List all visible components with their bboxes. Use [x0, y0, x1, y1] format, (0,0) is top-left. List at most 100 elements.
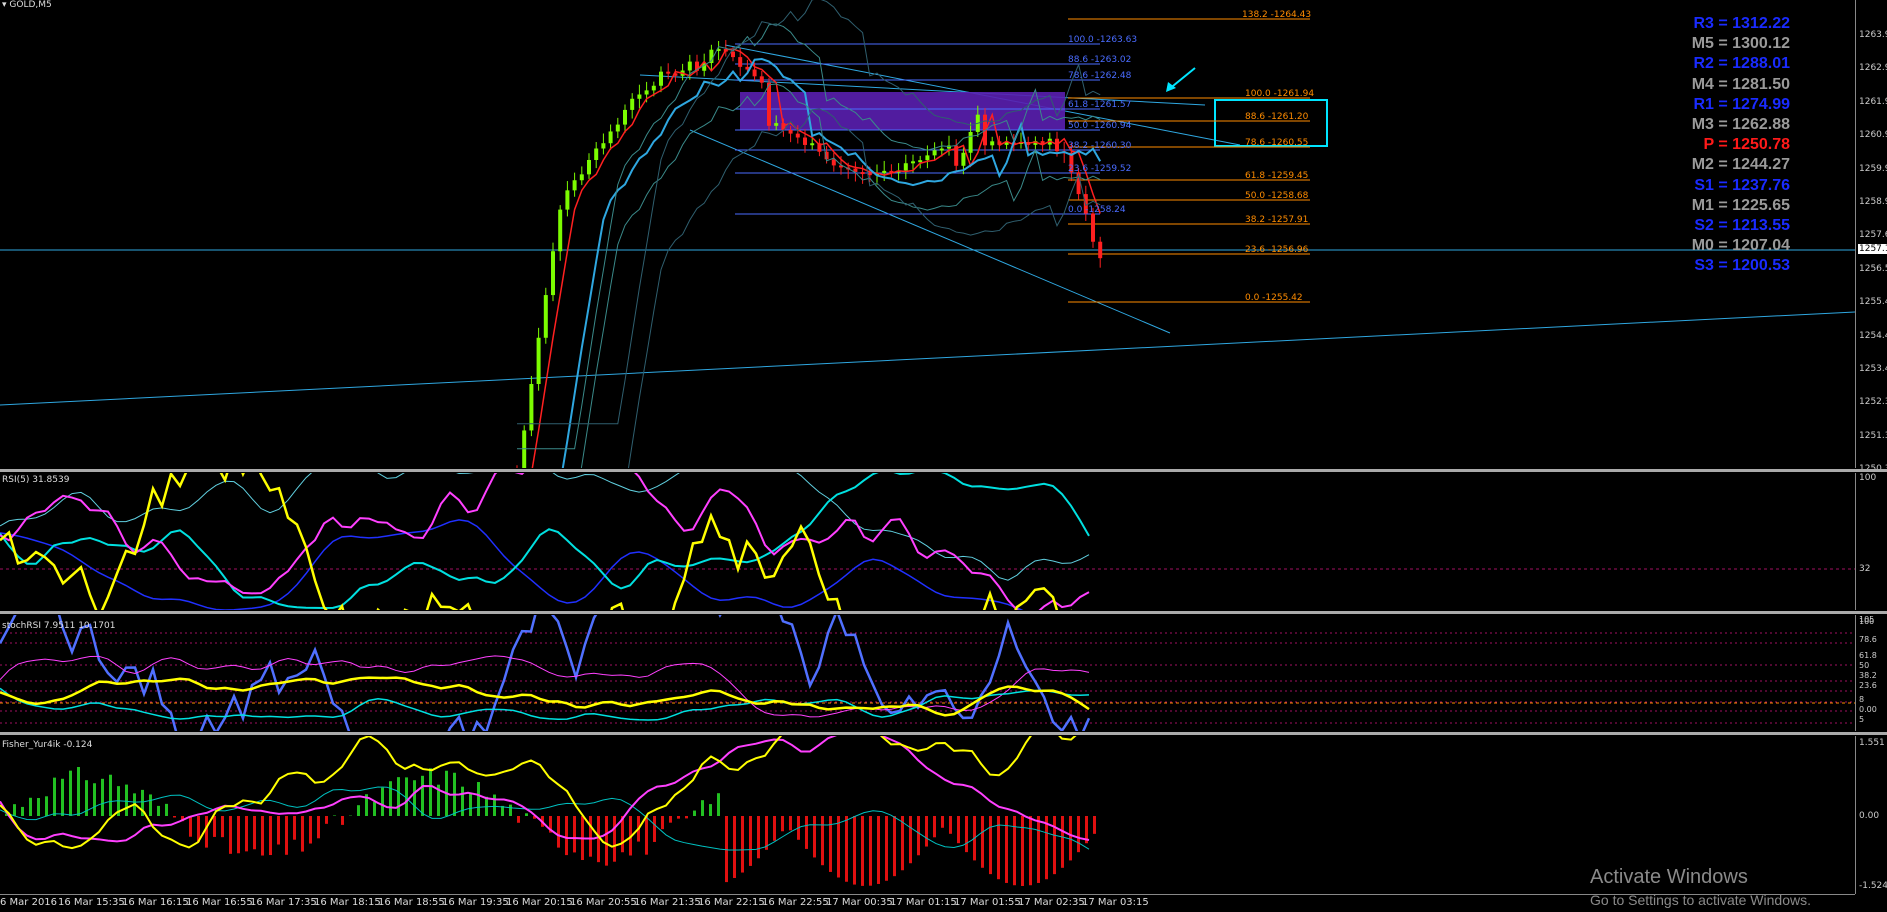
candle-body: [551, 251, 555, 295]
fisher-histogram-bar: [837, 816, 840, 878]
candle-body: [990, 141, 994, 145]
fisher-histogram-bar: [381, 788, 384, 816]
fisher-indicator-canvas[interactable]: [0, 736, 1855, 894]
fisher-histogram-bar: [237, 816, 240, 853]
fisher-histogram-bar: [37, 798, 40, 816]
fisher-histogram-bar: [573, 816, 576, 852]
stochrsi-axis-tick: 0.00: [1859, 705, 1877, 714]
rsi-title: RSI(5) 31.8539: [2, 475, 69, 485]
fisher-histogram-bar: [669, 816, 672, 823]
time-axis-label: 16 Mar 20:55: [570, 897, 637, 908]
stochrsi-indicator-canvas[interactable]: [0, 615, 1855, 731]
fib-level-label: 50.0 -1258.68: [1245, 191, 1308, 201]
fib-level-label: 100.0 -1261.94: [1245, 89, 1314, 99]
candle-body: [925, 155, 929, 160]
candle-body: [767, 83, 771, 126]
candle-body: [594, 149, 598, 160]
fisher-histogram-bar: [1069, 816, 1072, 860]
stochrsi-k-line: [0, 615, 1089, 731]
fisher-histogram-bar: [693, 811, 696, 816]
fisher-histogram-bar: [789, 816, 792, 830]
candle-body: [774, 123, 778, 126]
price-chart-canvas[interactable]: [0, 0, 1855, 468]
fisher-histogram-bar: [557, 816, 560, 848]
fisher-histogram-bar: [301, 816, 304, 852]
fisher-histogram-bar: [61, 779, 64, 816]
rsi-indicator-canvas[interactable]: [0, 473, 1855, 610]
fisher-histogram-bar: [925, 816, 928, 847]
fisher-histogram-bar: [773, 816, 776, 841]
fisher-histogram-bar: [309, 816, 312, 844]
stochrsi-axis-tick: 8: [1859, 695, 1864, 704]
fisher-histogram-bar: [893, 816, 896, 876]
pane-separator[interactable]: [0, 469, 1887, 472]
time-axis-label: 6 Mar 2016: [0, 897, 57, 908]
price-axis-tick: 1261.9: [1859, 97, 1887, 107]
candle-body: [601, 143, 605, 148]
pane-separator[interactable]: [0, 611, 1887, 614]
fisher-histogram-bar: [421, 776, 424, 816]
time-axis-label: 16 Mar 18:15: [314, 897, 381, 908]
fib-level-label: 38.2 -1260.30: [1068, 141, 1131, 151]
fisher-histogram-bar: [709, 804, 712, 816]
fisher-histogram-bar: [165, 804, 168, 816]
candle-body: [904, 163, 908, 170]
stochrsi-axis-tick: 61.8: [1859, 651, 1877, 660]
candle-body: [688, 62, 692, 71]
candle-body: [558, 210, 562, 252]
pivot-level-label: S3 = 1200.53: [1694, 256, 1790, 276]
price-axis-tick: 1251.3: [1859, 431, 1887, 441]
main-chart-pane[interactable]: ▾ GOLD,M5 R3 = 1312.22M5 = 1300.12R2 = 1…: [0, 0, 1855, 468]
stochrsi-axis-tick: 38.2: [1859, 671, 1877, 680]
candle-body: [630, 99, 634, 110]
price-axis-tick: 1253.4: [1859, 364, 1887, 374]
rsi-axis-tick: 100: [1859, 473, 1876, 483]
candle-body: [645, 90, 649, 94]
fisher-histogram-bar: [933, 816, 936, 837]
fisher-pane[interactable]: Fisher_Yur4ik -0.124: [0, 736, 1855, 894]
price-axis-tick: 1255.4: [1859, 297, 1887, 307]
fisher-histogram-bar: [373, 802, 376, 816]
fisher-histogram-bar: [333, 815, 336, 816]
pivot-level-label: M2 = 1244.27: [1692, 155, 1790, 175]
chevron-down-icon[interactable]: ▾: [2, 0, 7, 10]
fisher-histogram-bar: [293, 816, 296, 840]
fisher-histogram-bar: [613, 816, 616, 862]
fisher-histogram-bar: [653, 816, 656, 842]
current-price-label: 1257.1: [1858, 244, 1887, 254]
fisher-histogram-bar: [317, 816, 320, 838]
time-axis-label: 17 Mar 03:15: [1082, 897, 1149, 908]
fisher-histogram-bar: [221, 816, 224, 837]
fisher-histogram-bar: [389, 781, 392, 816]
fib-level-label: 88.6 -1261.20: [1245, 112, 1308, 122]
stochrsi-axis-tick: 5: [1859, 715, 1864, 724]
rsi-pane[interactable]: RSI(5) 31.8539: [0, 473, 1855, 610]
candle-body: [911, 161, 915, 163]
pivot-level-label: S1 = 1237.76: [1694, 176, 1790, 196]
candle-body: [609, 131, 613, 143]
price-axis[interactable]: 1263.91262.91261.91260.91259.91258.91257…: [1855, 0, 1887, 468]
fisher-histogram-bar: [213, 816, 216, 837]
candle-body: [1091, 213, 1095, 241]
fisher-histogram-bar: [341, 816, 344, 825]
price-axis-tick: 1256.5: [1859, 264, 1887, 274]
pane-separator[interactable]: [0, 732, 1887, 735]
time-axis-label: 17 Mar 01:55: [954, 897, 1021, 908]
fisher-histogram-bar: [1045, 816, 1048, 879]
fisher-histogram-bar: [981, 816, 984, 868]
stochrsi-pane[interactable]: stochRSI 7.9511 10.1701: [0, 615, 1855, 731]
fib-level-label: 23.6 -1256.96: [1245, 245, 1308, 255]
fisher-histogram-bar: [949, 816, 952, 834]
fib-level-label: 0.0 -1258.24: [1068, 205, 1126, 215]
fisher-histogram-bar: [909, 816, 912, 863]
candle-body: [659, 72, 663, 86]
fisher-histogram-bar: [757, 816, 760, 858]
fisher-histogram-bar: [277, 816, 280, 845]
trend-line: [0, 312, 1855, 405]
pivot-level-label: M1 = 1225.65: [1692, 196, 1790, 216]
fisher-histogram-bar: [13, 804, 16, 816]
fisher-histogram-bar: [261, 816, 264, 856]
fisher-title: Fisher_Yur4ik -0.124: [2, 740, 92, 750]
fisher-histogram-bar: [741, 816, 744, 873]
fisher-histogram-bar: [429, 768, 432, 816]
